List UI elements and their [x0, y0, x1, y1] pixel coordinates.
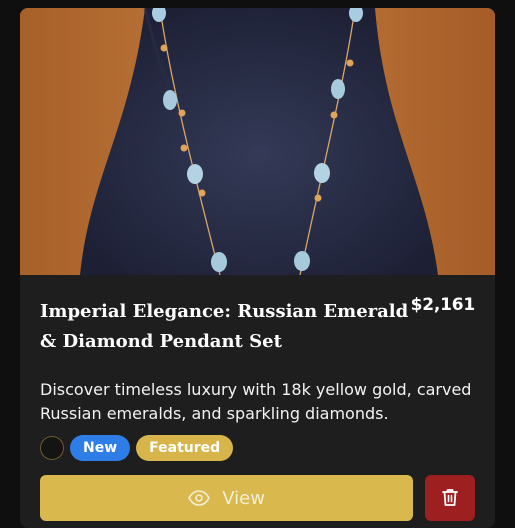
trash-icon: [441, 487, 459, 510]
product-description: Discover timeless luxury with 18k yellow…: [40, 380, 472, 423]
eye-icon: [188, 490, 211, 506]
view-button[interactable]: View: [40, 475, 414, 521]
view-button-label: View: [222, 487, 265, 509]
product-details: Imperial Elegance: Russian Emerald & Dia…: [20, 295, 495, 521]
product-title: Imperial Elegance: Russian Emerald & Dia…: [40, 301, 409, 352]
product-card: Imperial Elegance: Russian Emerald & Dia…: [20, 8, 495, 528]
featured-badge: Featured: [136, 435, 234, 461]
delete-button[interactable]: [425, 475, 475, 521]
card-actions: View: [40, 475, 475, 521]
title-row: Imperial Elegance: Russian Emerald & Dia…: [40, 295, 476, 357]
color-swatch: [40, 436, 64, 460]
necklace-image: [20, 8, 495, 275]
badge-row: New Featured: [40, 434, 475, 462]
product-image[interactable]: [20, 8, 495, 275]
new-badge: New: [70, 435, 131, 461]
product-price: $2,161: [410, 295, 476, 315]
